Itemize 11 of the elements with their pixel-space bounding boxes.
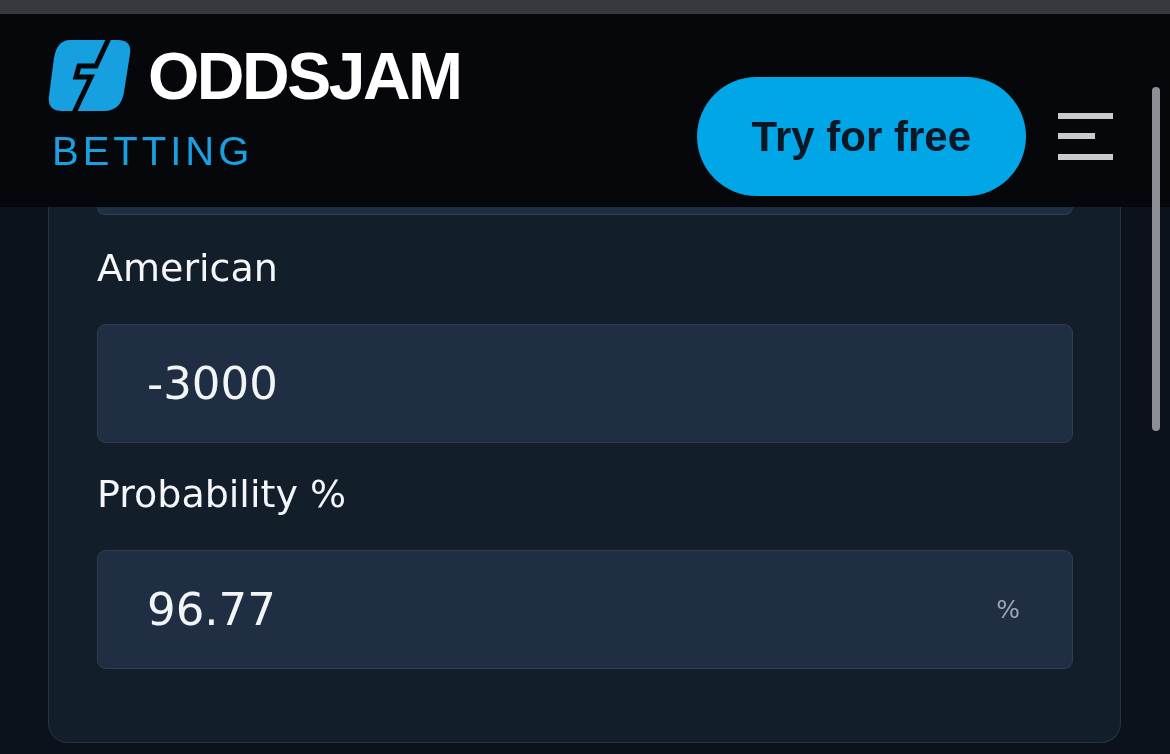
unit-suffix: % bbox=[996, 594, 1020, 625]
input-field[interactable] bbox=[97, 207, 1073, 215]
logo-tagline: BETTING bbox=[52, 128, 254, 174]
input-field[interactable]: -3000 bbox=[97, 324, 1073, 443]
logo-icon bbox=[48, 40, 131, 111]
try-free-button[interactable]: Try for free bbox=[696, 77, 1026, 196]
scrollbar-thumb[interactable] bbox=[1152, 87, 1160, 431]
field-label: Probability % bbox=[97, 471, 347, 517]
logo-wordmark: ODDSJAM bbox=[148, 42, 461, 109]
menu-icon[interactable] bbox=[1058, 113, 1113, 160]
field-label: American bbox=[97, 245, 278, 291]
